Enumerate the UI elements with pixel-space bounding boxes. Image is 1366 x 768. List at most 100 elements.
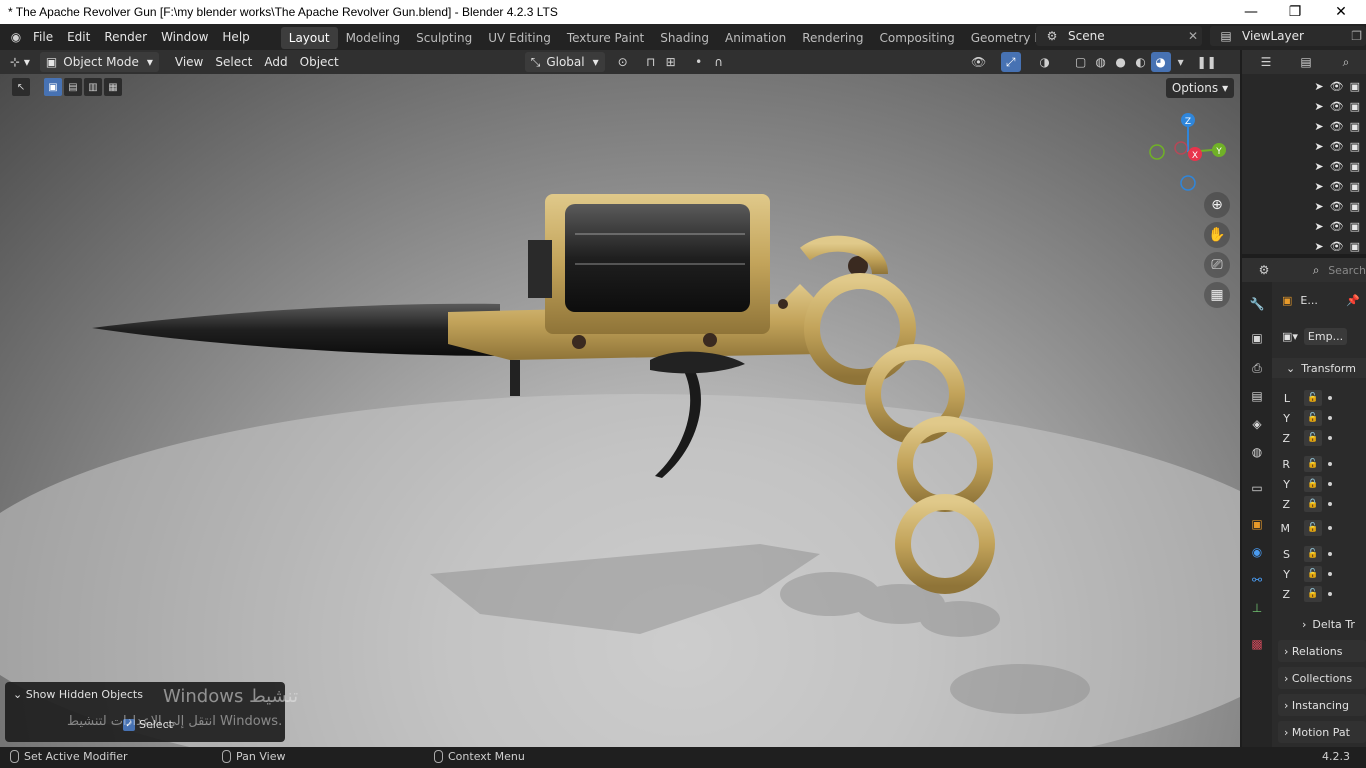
keyframe-dot-icon[interactable]	[1328, 396, 1332, 400]
menu-object[interactable]: Object	[294, 52, 345, 72]
eye-icon[interactable]: 👁	[1330, 80, 1344, 93]
keyframe-dot-icon[interactable]	[1328, 592, 1332, 596]
eye-icon[interactable]: 👁	[1330, 100, 1344, 113]
eye-icon[interactable]: 👁	[1330, 160, 1344, 173]
eye-icon[interactable]: 👁	[1330, 240, 1344, 253]
transform-row[interactable]: M 🔓	[1272, 518, 1366, 538]
collection-tab-icon[interactable]: ▭	[1247, 478, 1267, 498]
menu-view[interactable]: View	[169, 52, 209, 72]
transform-row[interactable]: S 🔓	[1272, 544, 1366, 564]
material-shading-icon[interactable]: ◐	[1131, 52, 1151, 72]
selectable-icon[interactable]: ➤	[1314, 240, 1323, 253]
keyframe-dot-icon[interactable]	[1328, 482, 1332, 486]
eye-icon[interactable]: 👁	[1330, 220, 1344, 233]
select-intersect-icon[interactable]: ▦	[104, 78, 122, 96]
snap-icon[interactable]: ⊓	[641, 52, 661, 72]
keyframe-dot-icon[interactable]	[1328, 462, 1332, 466]
keyframe-dot-icon[interactable]	[1328, 572, 1332, 576]
transform-row[interactable]: Z 🔓	[1272, 584, 1366, 604]
proportional-edit-icon[interactable]: •	[689, 52, 709, 72]
wireframe-shading-icon[interactable]: ◍	[1091, 52, 1111, 72]
menu-help[interactable]: Help	[215, 24, 256, 50]
menu-window[interactable]: Window	[154, 24, 215, 50]
outliner-row[interactable]: ➤ 👁 ▣	[1242, 136, 1366, 156]
selectable-icon[interactable]: ➤	[1314, 120, 1323, 133]
collections-panel[interactable]: › Collections	[1278, 667, 1366, 689]
perspective-grid-icon[interactable]: ▦	[1204, 282, 1230, 308]
tweak-tool-icon[interactable]: ↖	[12, 78, 30, 96]
solid-shading-icon[interactable]: ●	[1111, 52, 1131, 72]
camera-icon[interactable]: ▣	[1350, 120, 1360, 133]
texture-tab-icon[interactable]: ▩	[1247, 634, 1267, 654]
falloff-icon[interactable]: ∩	[709, 52, 729, 72]
eye-icon[interactable]: 👁	[1330, 120, 1344, 133]
orientation-dropdown[interactable]: ⤡ Global ▾	[524, 52, 605, 72]
tab-compositing[interactable]: Compositing	[871, 27, 962, 49]
outliner-row[interactable]: ➤ 👁 ▣	[1242, 176, 1366, 196]
data-tab-icon[interactable]: ⊥	[1247, 598, 1267, 618]
editor-type-button[interactable]: ⊹ ▾	[4, 52, 36, 72]
blender-logo-icon[interactable]: ◉	[6, 27, 26, 47]
viewlayer-selector[interactable]: ▤ ViewLayer ❐	[1210, 26, 1366, 46]
pan-hand-icon[interactable]: ✋	[1204, 222, 1230, 248]
display-mode-icon[interactable]: ▤	[1296, 52, 1316, 72]
keyframe-dot-icon[interactable]	[1328, 416, 1332, 420]
outliner-row[interactable]: ➤ 👁 ▣	[1242, 196, 1366, 216]
transform-row[interactable]: Z 🔒	[1272, 494, 1366, 514]
transform-panel-header[interactable]: ⌄ Transform	[1272, 358, 1366, 378]
transform-row[interactable]: L 🔓	[1272, 388, 1366, 408]
camera-icon[interactable]: ▣	[1350, 140, 1360, 153]
selectable-icon[interactable]: ➤	[1314, 200, 1323, 213]
transform-row[interactable]: Y 🔒	[1272, 474, 1366, 494]
lock-open-icon[interactable]: 🔓	[1304, 566, 1322, 582]
selectable-icon[interactable]: ➤	[1314, 140, 1323, 153]
lock-open-icon[interactable]: 🔓	[1304, 456, 1322, 472]
pin-icon[interactable]: 📌	[1346, 294, 1360, 307]
menu-file[interactable]: File	[26, 24, 60, 50]
scene-tab-icon[interactable]: ◈	[1247, 414, 1267, 434]
operator-title[interactable]: ⌄ Show Hidden Objects	[13, 688, 143, 701]
keyframe-dot-icon[interactable]	[1328, 526, 1332, 530]
3d-viewport[interactable]: Z Y X ↖ ▣ ▤ ▥ ▦ Options ▾ ⊕ ✋ ⎚ ▦ ⌄ Show…	[0, 74, 1240, 747]
eye-icon[interactable]: 👁	[1330, 180, 1344, 193]
tab-modeling[interactable]: Modeling	[338, 27, 409, 49]
tab-rendering[interactable]: Rendering	[794, 27, 871, 49]
camera-icon[interactable]: ▣	[1350, 100, 1360, 113]
selectable-icon[interactable]: ➤	[1314, 180, 1323, 193]
relations-panel[interactable]: › Relations	[1278, 640, 1366, 662]
transform-row[interactable]: R 🔓	[1272, 454, 1366, 474]
select-new-icon[interactable]: ▣	[44, 78, 62, 96]
transform-row[interactable]: Y 🔓	[1272, 408, 1366, 428]
transform-row[interactable]: Y 🔓	[1272, 564, 1366, 584]
options-dropdown[interactable]: Options ▾	[1166, 78, 1234, 98]
mode-dropdown[interactable]: ▣ Object Mode ▾	[39, 52, 159, 72]
close-button[interactable]: ✕	[1318, 0, 1364, 24]
rendered-shading-icon[interactable]: ◕	[1150, 52, 1171, 72]
object-name-row[interactable]: ▣ E... 📌	[1272, 290, 1366, 310]
selectable-icon[interactable]: ➤	[1314, 100, 1323, 113]
keyframe-dot-icon[interactable]	[1328, 436, 1332, 440]
camera-icon[interactable]: ▣	[1350, 80, 1360, 93]
pivot-icon[interactable]: ⊙	[613, 52, 633, 72]
maximize-button[interactable]: ❐	[1272, 0, 1318, 24]
transform-row[interactable]: Z 🔓	[1272, 428, 1366, 448]
menu-edit[interactable]: Edit	[60, 24, 97, 50]
outliner-row[interactable]: ➤ 👁 ▣	[1242, 96, 1366, 116]
scene-selector[interactable]: ⚙ Scene ✕	[1036, 26, 1202, 46]
tab-uv-editing[interactable]: UV Editing	[480, 27, 559, 49]
outliner-row[interactable]: ➤ 👁 ▣	[1242, 216, 1366, 236]
lock-open-icon[interactable]: 🔓	[1304, 586, 1322, 602]
snap-target-icon[interactable]: ⊞	[661, 52, 681, 72]
menu-add[interactable]: Add	[258, 52, 293, 72]
overlay-toggle-icon[interactable]: ◑	[1035, 52, 1055, 72]
motion-paths-panel[interactable]: › Motion Pat	[1278, 721, 1366, 743]
constraints-tab-icon[interactable]: ⚯	[1247, 570, 1267, 590]
lock-closed-icon[interactable]: 🔒	[1304, 476, 1322, 492]
lock-open-icon[interactable]: 🔓	[1304, 410, 1322, 426]
menu-select[interactable]: Select	[209, 52, 258, 72]
properties-editor-icon[interactable]: ⚙	[1256, 260, 1272, 280]
instancing-panel[interactable]: › Instancing	[1278, 694, 1366, 716]
selectable-icon[interactable]: ➤	[1314, 220, 1323, 233]
lock-open-icon[interactable]: 🔓	[1304, 390, 1322, 406]
delta-transform-header[interactable]: › Delta Tr	[1272, 614, 1366, 634]
